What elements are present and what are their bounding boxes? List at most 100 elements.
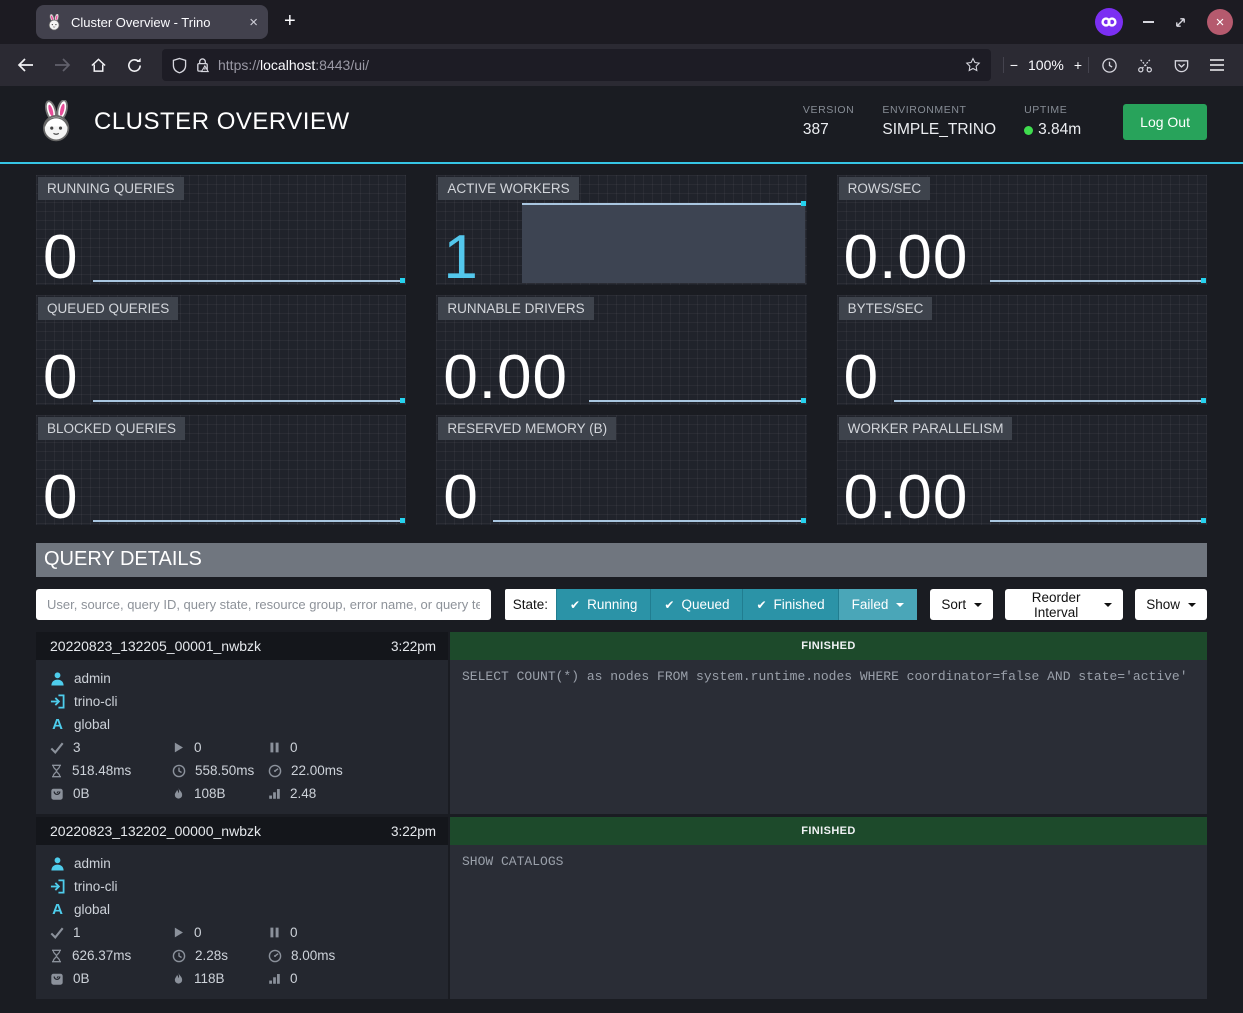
screenshot-scissors-icon[interactable] [1129, 50, 1161, 80]
url-bar[interactable]: https://localhost:8443/ui/ [162, 49, 991, 81]
cluster-stats-grid: RUNNING QUERIES 0 ACTIVE WORKERS 1 ROWS/… [36, 175, 1207, 525]
running-splits: 0 [194, 740, 202, 755]
stat-value: 0 [443, 467, 478, 529]
private-browsing-mask-icon [1095, 8, 1123, 36]
zoom-controls: − 100% + [1003, 57, 1089, 73]
caret-down-icon [1188, 603, 1196, 607]
query-state-badge: FINISHED [448, 817, 1207, 845]
tab-close-icon[interactable]: × [249, 15, 258, 30]
stat-label: ROWS/SEC [839, 177, 931, 200]
menu-hamburger-icon[interactable] [1201, 50, 1233, 80]
zoom-in-button[interactable]: + [1074, 57, 1082, 73]
pocket-icon[interactable] [1165, 50, 1197, 80]
forward-button[interactable] [46, 50, 78, 80]
wall-time-hourglass-icon [50, 764, 63, 778]
show-dropdown[interactable]: Show [1135, 589, 1207, 620]
uptime-value: 3.84m [1038, 121, 1081, 139]
stat-label: ACTIVE WORKERS [438, 177, 578, 200]
stat-value: 0 [43, 347, 78, 409]
current-memory: 0B [73, 971, 90, 986]
window-close-button[interactable]: × [1207, 9, 1233, 35]
cpu-time-clock-icon [172, 764, 186, 778]
version-value: 387 [803, 121, 854, 139]
url-text[interactable]: https://localhost:8443/ui/ [218, 57, 957, 73]
peak-memory: 118B [194, 971, 225, 986]
stat-value: 0 [43, 227, 78, 289]
cumulative-memory-chart-icon [268, 787, 281, 800]
sparkline [990, 280, 1205, 282]
environment-value: SIMPLE_TRINO [882, 121, 996, 139]
home-button[interactable] [82, 50, 114, 80]
query-user: admin [74, 671, 111, 686]
filter-failed-dropdown[interactable]: Failed [838, 589, 918, 620]
completed-splits: 1 [73, 925, 81, 940]
execution-time: 22.00ms [291, 763, 343, 778]
completed-splits: 3 [73, 740, 81, 755]
browser-tab-bar: Cluster Overview - Trino × + × [0, 0, 1243, 44]
current-memory-scale-icon [50, 787, 64, 801]
resource-group-icon: A [50, 902, 65, 917]
zoom-out-button[interactable]: − [1010, 57, 1018, 73]
running-splits: 0 [194, 925, 202, 940]
stat-label: WORKER PARALLELISM [839, 417, 1013, 440]
cumulative-memory: 2.48 [290, 786, 316, 801]
stat-card-reserved-memory: RESERVED MEMORY (B) 0 [436, 415, 806, 525]
completed-splits-check-icon [50, 926, 64, 940]
running-splits-play-icon [172, 741, 185, 754]
query-state-badge: FINISHED [448, 632, 1207, 660]
sparkline [93, 520, 404, 522]
new-tab-button[interactable]: + [284, 10, 296, 33]
stat-value: 0.00 [844, 467, 969, 529]
stat-card-blocked-queries: BLOCKED QUERIES 0 [36, 415, 406, 525]
filter-finished-button[interactable]: ✔Finished [742, 589, 837, 620]
query-entry: 20220823_132205_00001_nwbzk 3:22pm FINIS… [36, 632, 1207, 814]
lock-warning-icon[interactable] [195, 57, 210, 73]
stat-value: 0.00 [443, 347, 568, 409]
stat-value: 0 [43, 467, 78, 529]
cpu-time: 558.50ms [195, 763, 254, 778]
reload-button[interactable] [118, 50, 150, 80]
query-text: SHOW CATALOGS [448, 845, 1207, 999]
query-id-link[interactable]: 20220823_132205_00001_nwbzk [50, 638, 261, 654]
current-memory: 0B [73, 786, 90, 801]
logout-button[interactable]: Log Out [1123, 104, 1207, 140]
caret-down-icon [896, 603, 904, 607]
sparkline-area [522, 203, 804, 283]
zoom-level[interactable]: 100% [1028, 57, 1064, 73]
stat-label: RUNNABLE DRIVERS [438, 297, 593, 320]
uptime-label: UPTIME [1024, 104, 1081, 116]
stat-label: BLOCKED QUERIES [38, 417, 185, 440]
history-clock-icon[interactable] [1093, 50, 1125, 80]
cpu-time-clock-icon [172, 949, 186, 963]
stat-value: 1 [443, 227, 478, 289]
query-id-link[interactable]: 20220823_132202_00000_nwbzk [50, 823, 261, 839]
filter-running-button[interactable]: ✔Running [556, 589, 650, 620]
filter-queued-button[interactable]: ✔Queued [650, 589, 742, 620]
sparkline [894, 400, 1205, 402]
stat-card-runnable-drivers: RUNNABLE DRIVERS 0.00 [436, 295, 806, 405]
queued-splits-pause-icon [268, 926, 281, 939]
sparkline [93, 280, 404, 282]
window-minimize-button[interactable] [1143, 21, 1154, 23]
stat-card-queued-queries: QUEUED QUERIES 0 [36, 295, 406, 405]
environment-label: ENVIRONMENT [882, 104, 996, 116]
resource-group-icon: A [50, 717, 65, 732]
browser-tab[interactable]: Cluster Overview - Trino × [36, 5, 268, 39]
back-button[interactable] [10, 50, 42, 80]
caret-down-icon [1104, 603, 1112, 607]
query-search-input[interactable] [36, 589, 491, 620]
page-header: CLUSTER OVERVIEW VERSION 387 ENVIRONMENT… [0, 86, 1243, 164]
execution-time-gauge-icon [268, 764, 282, 778]
shield-icon[interactable] [172, 57, 187, 74]
stat-label: RESERVED MEMORY (B) [438, 417, 616, 440]
query-list: 20220823_132205_00001_nwbzk 3:22pm FINIS… [36, 632, 1207, 999]
sort-dropdown[interactable]: Sort [930, 589, 993, 620]
wall-time-hourglass-icon [50, 949, 63, 963]
reorder-interval-dropdown[interactable]: Reorder Interval [1005, 589, 1123, 620]
tab-title: Cluster Overview - Trino [71, 15, 241, 30]
stat-label: BYTES/SEC [839, 297, 933, 320]
bookmark-star-icon[interactable] [965, 57, 981, 73]
query-time: 3:22pm [391, 824, 436, 839]
check-icon: ✔ [664, 598, 674, 612]
window-restore-button[interactable] [1174, 16, 1187, 29]
